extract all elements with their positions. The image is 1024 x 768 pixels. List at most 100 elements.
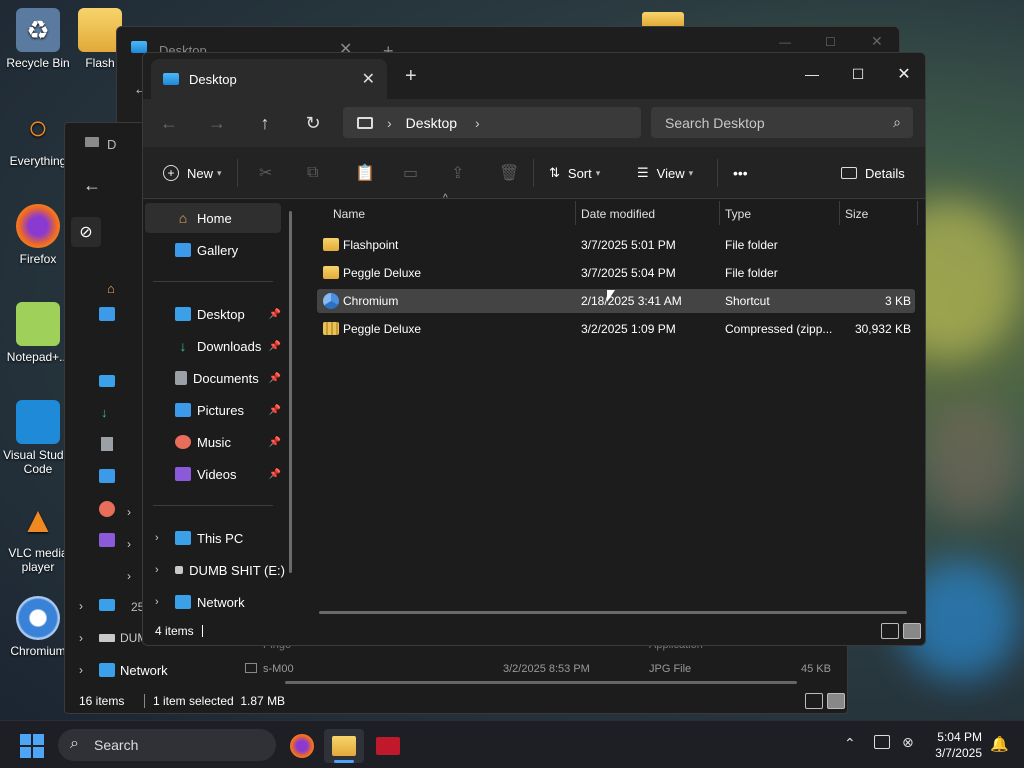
sidebar-item-documents[interactable]: Documents 📌 [145,363,281,393]
close-icon[interactable]: ✕ [871,33,883,50]
network-status-icon[interactable] [874,735,890,749]
details-view-toggle[interactable] [881,623,899,639]
chevron-right-icon[interactable]: › [127,569,131,583]
sidebar-item-network[interactable]: › Network [145,587,281,617]
show-hidden-icons[interactable]: ⌃ [844,735,856,752]
forward-button[interactable]: → [197,107,237,139]
file-name: Peggle Deluxe [343,322,422,336]
close-tab-icon[interactable]: ✕ [362,69,375,89]
start-button[interactable] [20,734,44,758]
address-bar[interactable]: › Desktop › [343,107,641,138]
more-options-button[interactable]: ••• [733,159,748,187]
desktop-icon-recycle-bin[interactable]: ♻ Recycle Bin [0,8,76,70]
cut-button[interactable]: ✂ [259,159,272,187]
file-row[interactable]: Peggle Deluxe 3/7/2025 5:04 PM File fold… [317,261,915,285]
delete-button[interactable]: 🗑 [499,159,519,187]
minimize-button[interactable]: — [789,57,835,91]
sidebar-item-downloads[interactable]: ↓ Downloads 📌 [145,331,282,361]
paste-icon: 📋 [355,165,375,182]
tiles-view-toggle[interactable] [827,693,845,709]
breadcrumb-desktop[interactable]: Desktop [406,115,457,131]
search-input[interactable]: Search Desktop ⌕ [651,107,913,138]
pin-icon[interactable]: 📌 [269,469,281,480]
rename-button[interactable]: ▭ [403,159,418,187]
column-divider[interactable] [575,201,576,225]
minimize-icon[interactable]: — [779,35,791,49]
column-divider[interactable] [917,201,918,225]
maximize-icon[interactable]: ☐ [825,35,836,49]
title-bar[interactable]: Desktop ✕ + — ☐ ✕ [143,53,925,99]
chevron-right-icon[interactable]: › [155,532,159,544]
column-header-date[interactable]: Date modified [581,199,655,229]
sidebar-item-this-pc[interactable]: › This PC [145,523,281,553]
documents-icon [101,437,113,451]
notification-bell-icon[interactable]: 🔔 [990,735,1009,753]
sidebar-item-gallery[interactable]: Gallery [145,235,281,265]
breadcrumb-chevron-icon[interactable]: › [475,115,480,131]
sidebar-item-pictures[interactable]: Pictures 📌 [145,395,281,425]
new-tab-button[interactable]: + [405,65,417,88]
file-explorer-window[interactable]: Desktop ✕ + — ☐ ✕ ← → ↑ ↻ › Desktop › Se… [142,52,926,646]
chevron-right-icon[interactable]: › [155,564,159,576]
volume-icon[interactable]: ⊗ [902,734,914,751]
back-button[interactable]: ← [149,107,189,139]
block-icon[interactable]: ⊘ [71,217,101,247]
sidebar-item-network[interactable]: Network [120,663,168,678]
file-date: 3/2/2025 8:53 PM [503,663,590,675]
column-header-name[interactable]: Name [333,199,365,229]
taskbar-file-explorer[interactable] [324,729,364,763]
close-button[interactable]: ✕ [881,57,925,91]
chevron-right-icon[interactable]: › [79,631,83,645]
share-button[interactable]: ⇪ [451,159,464,187]
file-type: File folder [725,266,778,280]
column-divider[interactable] [839,201,840,225]
paste-button[interactable]: 📋 [355,159,375,187]
pin-icon[interactable]: 📌 [269,373,281,384]
horizontal-scrollbar[interactable] [319,611,907,614]
sidebar-item-videos[interactable]: Videos 📌 [145,459,281,489]
pin-icon[interactable]: 📌 [269,437,281,448]
chevron-right-icon[interactable]: › [127,537,131,551]
sidebar-item-desktop[interactable]: Desktop 📌 [145,299,281,329]
refresh-button[interactable]: ↻ [293,107,333,139]
file-row-selected[interactable]: Chromium 2/18/2025 3:41 AM Shortcut 3 KB [317,289,915,313]
taskbar-search[interactable]: ⌕ Search [58,729,276,761]
pin-icon[interactable]: 📌 [269,405,281,416]
sidebar-item-drive-e[interactable]: › DUMB SHIT (E:) [145,555,285,585]
column-header-type[interactable]: Type [725,199,751,229]
tab-desktop[interactable]: Desktop ✕ [151,59,387,99]
chevron-right-icon[interactable]: › [155,596,159,608]
sidebar-item-music[interactable]: Music 📌 [145,427,281,457]
sidebar-item-dumb-shit[interactable]: DUMB SHIT (E:) [120,631,142,645]
chevron-right-icon[interactable]: › [79,599,83,613]
column-divider[interactable] [719,201,720,225]
sidebar-scrollbar[interactable] [289,211,292,573]
up-button[interactable]: ↑ [245,107,285,139]
maximize-button[interactable]: ☐ [835,57,881,91]
copy-button[interactable]: ⧉ [307,159,318,187]
chevron-right-icon[interactable]: › [79,663,83,677]
back-arrow-icon[interactable]: ← [83,175,101,196]
file-row[interactable]: Peggle Deluxe 3/2/2025 1:09 PM Compresse… [317,317,915,341]
view-button[interactable]: ☰ View ▾ [637,159,693,187]
chevron-right-icon[interactable]: › [127,505,131,519]
new-button[interactable]: + New ▾ [163,159,222,187]
this-pc-icon [175,531,191,545]
view-icon: ☰ [637,165,649,180]
taskbar-terminal-app[interactable] [368,729,408,763]
tiles-view-toggle[interactable] [903,623,921,639]
pin-icon[interactable]: 📌 [269,341,281,352]
sidebar-item-home[interactable]: ⌂ Home [145,203,281,233]
music-icon [175,435,191,449]
pin-icon[interactable]: 📌 [269,309,281,320]
details-view-toggle[interactable] [805,693,823,709]
column-header-size[interactable]: Size [845,199,868,229]
taskbar-clock[interactable]: 5:04 PM 3/7/2025 [930,729,982,761]
sort-button[interactable]: ⇅ Sort ▾ [549,159,600,187]
file-row[interactable]: Flashpoint 3/7/2025 5:01 PM File folder [317,233,915,257]
windows-logo-icon [20,734,31,745]
horizontal-scrollbar[interactable] [285,681,797,684]
taskbar-firefox[interactable] [282,729,322,763]
details-pane-button[interactable]: Details [841,159,905,187]
home-icon[interactable]: ⌂ [107,281,115,296]
